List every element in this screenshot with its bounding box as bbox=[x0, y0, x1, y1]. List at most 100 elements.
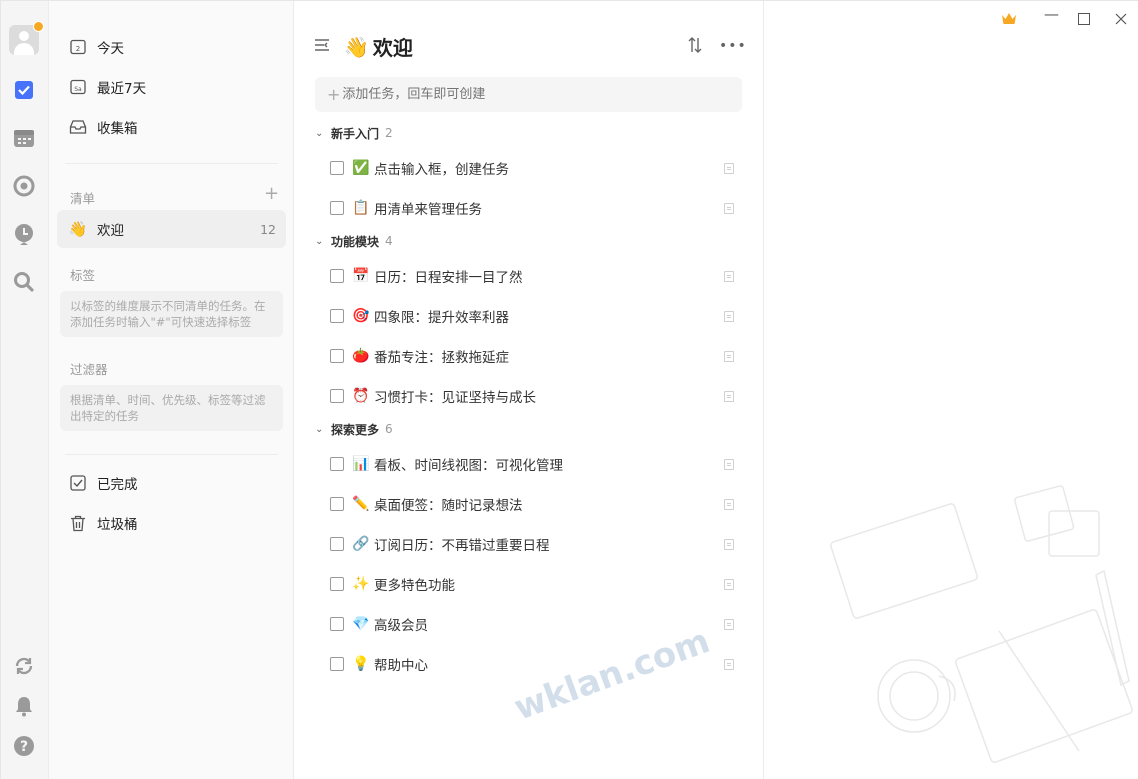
task-row[interactable]: 🔗 订阅日历：不再错过重要日程 bbox=[315, 526, 742, 562]
task-title: 帮助中心 bbox=[374, 658, 428, 674]
app-window: ? 2 今天 Sa 最近7天 收集箱 清单 + 👋 欢迎 12 标签 以标签的维… bbox=[0, 0, 1138, 779]
task-row[interactable]: ✏️ 桌面便签：随时记录想法 bbox=[315, 486, 742, 522]
task-note-icon bbox=[724, 658, 734, 670]
task-emoji-icon: 🍅 bbox=[352, 348, 370, 364]
lists-section-title: 清单 bbox=[70, 191, 96, 206]
task-emoji-icon: ✏️ bbox=[352, 496, 370, 512]
task-checkbox[interactable] bbox=[330, 269, 344, 283]
list-item-label: 欢迎 bbox=[97, 223, 124, 239]
task-checkbox[interactable] bbox=[330, 617, 344, 631]
group-count: 6 bbox=[385, 422, 393, 436]
task-emoji-icon: 💡 bbox=[352, 656, 370, 672]
trash-icon bbox=[69, 514, 87, 532]
svg-text:Sa: Sa bbox=[74, 86, 82, 93]
chevron-down-icon[interactable]: ⌄ bbox=[315, 424, 327, 435]
add-task-box[interactable]: + bbox=[315, 77, 742, 112]
task-note-icon bbox=[724, 162, 734, 174]
close-icon[interactable] bbox=[1115, 10, 1127, 29]
calendar-week-icon: Sa bbox=[69, 78, 87, 96]
add-task-input[interactable] bbox=[342, 87, 723, 102]
empty-state-illustration bbox=[830, 485, 1133, 763]
svg-text:2: 2 bbox=[76, 45, 80, 53]
calendar-today-icon: 2 bbox=[69, 38, 87, 56]
completed-icon bbox=[69, 474, 87, 492]
minimize-icon[interactable]: — bbox=[1044, 5, 1059, 23]
pomodoro-icon[interactable] bbox=[12, 222, 36, 246]
waving-hand-icon: 👋 bbox=[344, 34, 369, 59]
filters-hint: 根据清单、时间、优先级、标签等过滤出特定的任务 bbox=[60, 385, 283, 431]
chevron-down-icon[interactable]: ⌄ bbox=[315, 236, 327, 247]
list-item-count: 12 bbox=[260, 221, 276, 237]
calendar-icon[interactable] bbox=[12, 126, 36, 150]
nav-item-completed[interactable]: 已完成 bbox=[57, 464, 286, 502]
task-title: 看板、时间线视图：可视化管理 bbox=[374, 458, 563, 474]
task-note-icon bbox=[724, 458, 734, 470]
help-icon[interactable]: ? bbox=[12, 734, 36, 758]
nav-item-label: 今天 bbox=[97, 41, 124, 57]
task-note-icon bbox=[724, 390, 734, 402]
nav-item-trash[interactable]: 垃圾桶 bbox=[57, 504, 286, 542]
nav-item-next-7-days[interactable]: Sa 最近7天 bbox=[57, 68, 286, 106]
navigation-panel: 2 今天 Sa 最近7天 收集箱 清单 + 👋 欢迎 12 标签 以标签的维度展… bbox=[49, 1, 294, 779]
search-icon[interactable] bbox=[12, 270, 36, 294]
task-checkbox[interactable] bbox=[330, 349, 344, 363]
task-group-header[interactable]: ⌄ 新手入门 2 bbox=[315, 123, 393, 143]
task-checkbox[interactable] bbox=[330, 577, 344, 591]
divider bbox=[65, 163, 278, 164]
task-checkbox[interactable] bbox=[330, 309, 344, 323]
task-note-icon bbox=[724, 202, 734, 214]
task-title: 日历：日程安排一目了然 bbox=[374, 270, 523, 286]
task-checkbox[interactable] bbox=[330, 537, 344, 551]
task-title: 用清单来管理任务 bbox=[374, 202, 482, 218]
task-title: 番茄专注：拯救拖延症 bbox=[374, 350, 509, 366]
crown-icon[interactable] bbox=[1001, 10, 1017, 29]
task-checkbox-icon[interactable] bbox=[12, 78, 36, 102]
task-row[interactable]: ✅ 点击输入框，创建任务 bbox=[315, 150, 742, 186]
task-checkbox[interactable] bbox=[330, 201, 344, 215]
task-title: 更多特色功能 bbox=[374, 578, 455, 594]
add-list-icon[interactable]: + bbox=[264, 185, 279, 203]
nav-item-today[interactable]: 2 今天 bbox=[57, 28, 286, 66]
task-note-icon bbox=[724, 538, 734, 550]
bell-icon[interactable] bbox=[12, 694, 36, 718]
filters-section-title: 过滤器 bbox=[70, 362, 108, 377]
task-title: 高级会员 bbox=[374, 618, 428, 634]
group-count: 4 bbox=[385, 234, 393, 248]
focus-icon[interactable] bbox=[12, 174, 36, 198]
page-title: 👋 欢迎 bbox=[344, 32, 413, 61]
task-row[interactable]: 📋 用清单来管理任务 bbox=[315, 190, 742, 226]
task-group-header[interactable]: ⌄ 功能模块 4 bbox=[315, 231, 393, 251]
task-row[interactable]: 🎯 四象限：提升效率利器 bbox=[315, 298, 742, 334]
task-group-header[interactable]: ⌄ 探索更多 6 bbox=[315, 419, 393, 439]
nav-item-label: 最近7天 bbox=[97, 81, 147, 97]
nav-item-inbox[interactable]: 收集箱 bbox=[57, 108, 286, 146]
task-row[interactable]: 📅 日历：日程安排一目了然 bbox=[315, 258, 742, 294]
sync-icon[interactable] bbox=[12, 654, 36, 678]
task-checkbox[interactable] bbox=[330, 497, 344, 511]
task-checkbox[interactable] bbox=[330, 657, 344, 671]
task-emoji-icon: 🎯 bbox=[352, 308, 370, 324]
detail-panel: — bbox=[764, 1, 1138, 779]
tags-section-title: 标签 bbox=[70, 268, 96, 283]
task-checkbox[interactable] bbox=[330, 161, 344, 175]
group-count: 2 bbox=[385, 126, 393, 140]
task-row[interactable]: 📊 看板、时间线视图：可视化管理 bbox=[315, 446, 742, 482]
tags-hint: 以标签的维度展示不同清单的任务。在添加任务时输入"#"可快速选择标签 bbox=[60, 291, 283, 337]
sort-icon[interactable] bbox=[687, 36, 703, 58]
toggle-sidebar-icon[interactable] bbox=[314, 37, 330, 56]
more-options-icon[interactable]: ••• bbox=[719, 39, 747, 53]
maximize-icon[interactable] bbox=[1078, 10, 1090, 29]
nav-item-label: 垃圾桶 bbox=[97, 517, 138, 533]
task-emoji-icon: 🔗 bbox=[352, 536, 370, 552]
divider bbox=[65, 454, 278, 455]
task-row[interactable]: 🍅 番茄专注：拯救拖延症 bbox=[315, 338, 742, 374]
task-row[interactable]: ⏰ 习惯打卡：见证坚持与成长 bbox=[315, 378, 742, 414]
task-emoji-icon: 📅 bbox=[352, 268, 370, 284]
task-emoji-icon: ✅ bbox=[352, 160, 370, 176]
chevron-down-icon[interactable]: ⌄ bbox=[315, 128, 327, 139]
task-row[interactable]: ✨ 更多特色功能 bbox=[315, 566, 742, 602]
task-checkbox[interactable] bbox=[330, 457, 344, 471]
task-checkbox[interactable] bbox=[330, 389, 344, 403]
nav-item-label: 收集箱 bbox=[97, 121, 138, 137]
list-item-welcome[interactable]: 👋 欢迎 12 bbox=[57, 210, 286, 248]
